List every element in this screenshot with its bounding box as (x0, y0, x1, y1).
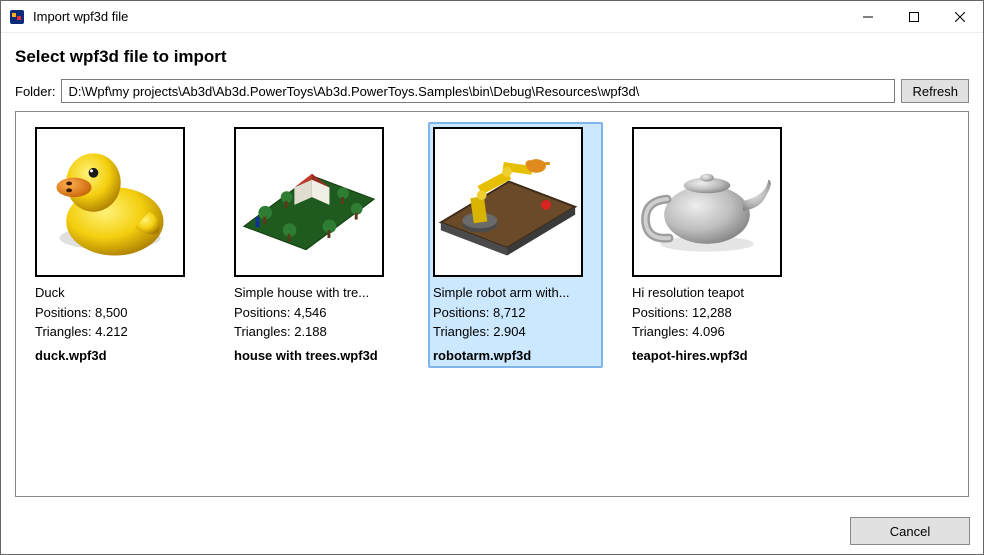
file-positions: Positions: 8,712 (433, 303, 598, 323)
file-card-house[interactable]: Simple house with tre... Positions: 4,54… (229, 122, 404, 368)
maximize-button[interactable] (891, 1, 937, 32)
file-name: Duck (35, 283, 200, 303)
thumb-teapot (632, 127, 782, 277)
page-title: Select wpf3d file to import (15, 47, 969, 67)
file-triangles: Triangles: 4.212 (35, 322, 200, 342)
window-title: Import wpf3d file (33, 9, 128, 24)
file-name: Simple robot arm with... (433, 283, 598, 303)
thumb-duck (35, 127, 185, 277)
file-filename: house with trees.wpf3d (234, 348, 399, 363)
file-name: Simple house with tre... (234, 283, 399, 303)
file-triangles: Triangles: 4.096 (632, 322, 797, 342)
file-positions: Positions: 12,288 (632, 303, 797, 323)
cancel-button[interactable]: Cancel (850, 517, 970, 545)
folder-path-input[interactable] (61, 79, 895, 103)
app-icon (9, 9, 25, 25)
file-filename: robotarm.wpf3d (433, 348, 598, 363)
file-card-duck[interactable]: Duck Positions: 8,500 Triangles: 4.212 d… (30, 122, 205, 368)
bottom-bar: Cancel (850, 517, 970, 545)
close-button[interactable] (937, 1, 983, 32)
refresh-button[interactable]: Refresh (901, 79, 969, 103)
window-controls (845, 1, 983, 32)
file-filename: duck.wpf3d (35, 348, 200, 363)
thumb-house (234, 127, 384, 277)
content-area: Select wpf3d file to import Folder: Refr… (1, 33, 983, 497)
file-card-teapot[interactable]: Hi resolution teapot Positions: 12,288 T… (627, 122, 802, 368)
file-positions: Positions: 4,546 (234, 303, 399, 323)
file-triangles: Triangles: 2.904 (433, 322, 598, 342)
folder-row: Folder: Refresh (15, 79, 969, 103)
titlebar: Import wpf3d file (1, 1, 983, 33)
thumb-robotarm (433, 127, 583, 277)
file-triangles: Triangles: 2.188 (234, 322, 399, 342)
minimize-button[interactable] (845, 1, 891, 32)
file-positions: Positions: 8,500 (35, 303, 200, 323)
file-card-robotarm[interactable]: Simple robot arm with... Positions: 8,71… (428, 122, 603, 368)
file-filename: teapot-hires.wpf3d (632, 348, 797, 363)
folder-label: Folder: (15, 84, 55, 99)
file-gallery: Duck Positions: 8,500 Triangles: 4.212 d… (15, 111, 969, 497)
file-name: Hi resolution teapot (632, 283, 797, 303)
